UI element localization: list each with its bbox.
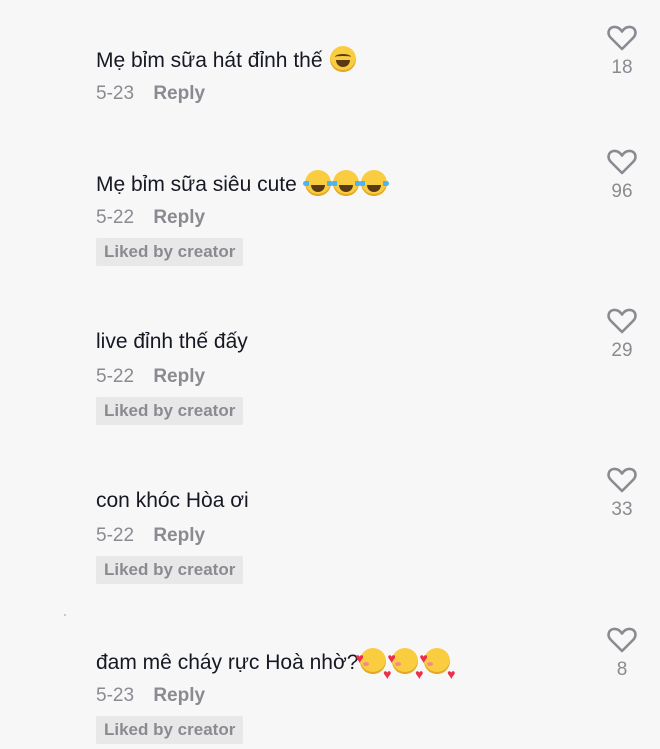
like-count: 18 bbox=[611, 57, 633, 78]
like-button[interactable]: 96 bbox=[603, 148, 641, 202]
smiling-face-with-hearts-emoji-icon bbox=[387, 645, 423, 687]
comment-text: đam mê cháy rực Hoà nhờ? bbox=[96, 651, 359, 674]
comment-text-row: live đỉnh thế đấy bbox=[96, 329, 248, 355]
reply-button[interactable]: Reply bbox=[153, 83, 205, 104]
like-count: 33 bbox=[611, 499, 633, 520]
comment-date: 5-22 bbox=[96, 207, 135, 228]
comment-text: live đỉnh thế đấy bbox=[96, 330, 248, 353]
smiling-face-with-hearts-emoji-icon bbox=[419, 645, 455, 687]
reply-button[interactable]: Reply bbox=[153, 366, 205, 387]
tears-of-joy-emoji-icon bbox=[358, 170, 389, 196]
comment-meta: 5-23 Reply bbox=[96, 82, 205, 106]
like-button[interactable]: 8 bbox=[603, 626, 641, 680]
laughing-face-emoji-icon bbox=[330, 46, 357, 72]
comment-text-row: Mẹ bỉm sữa hát đỉnh thế bbox=[96, 46, 357, 74]
comment-meta: 5-22 Reply bbox=[96, 524, 205, 548]
comment-text-row: đam mê cháy rực Hoà nhờ? bbox=[96, 645, 455, 687]
comment-date: 5-22 bbox=[96, 525, 135, 546]
comment-text: Mẹ bỉm sữa siêu cute bbox=[96, 173, 297, 196]
comment-date: 5-22 bbox=[96, 366, 135, 387]
reply-button[interactable]: Reply bbox=[153, 207, 205, 228]
tears-of-joy-emoji-icon bbox=[302, 170, 333, 196]
tears-of-joy-emoji-icon bbox=[330, 170, 361, 196]
reply-button[interactable]: Reply bbox=[153, 685, 205, 706]
comment-meta: 5-23 Reply bbox=[96, 684, 205, 708]
like-count: 96 bbox=[611, 181, 633, 202]
comment-meta: 5-22 Reply bbox=[96, 206, 205, 230]
comment-text: con khóc Hòa ơi bbox=[96, 489, 249, 512]
heart-outline-icon[interactable] bbox=[607, 307, 637, 335]
comment-text-row: Mẹ bỉm sữa siêu cute bbox=[96, 170, 389, 198]
liked-by-creator-badge: Liked by creator bbox=[96, 556, 244, 584]
liked-by-creator-badge: Liked by creator bbox=[96, 397, 244, 425]
smiling-face-with-hearts-emoji-icon bbox=[355, 645, 391, 687]
liked-by-creator-badge: Liked by creator bbox=[96, 238, 244, 266]
like-button[interactable]: 29 bbox=[603, 307, 641, 361]
reply-button[interactable]: Reply bbox=[153, 525, 205, 546]
comment-text-row: con khóc Hòa ơi bbox=[96, 488, 249, 514]
comment-date: 5-23 bbox=[96, 83, 135, 104]
heart-outline-icon[interactable] bbox=[607, 148, 637, 176]
heart-outline-icon[interactable] bbox=[607, 626, 637, 654]
like-count: 29 bbox=[611, 340, 633, 361]
like-button[interactable]: 18 bbox=[603, 24, 641, 78]
like-button[interactable]: 33 bbox=[603, 466, 641, 520]
comment-text: Mẹ bỉm sữa hát đỉnh thế bbox=[96, 49, 323, 72]
like-count: 8 bbox=[616, 659, 628, 680]
comment-meta: 5-22 Reply bbox=[96, 365, 205, 389]
heart-outline-icon[interactable] bbox=[607, 24, 637, 52]
comment-date: 5-23 bbox=[96, 685, 135, 706]
liked-by-creator-badge: Liked by creator bbox=[96, 716, 244, 744]
heart-outline-icon[interactable] bbox=[607, 466, 637, 494]
divider-dot bbox=[64, 614, 66, 616]
